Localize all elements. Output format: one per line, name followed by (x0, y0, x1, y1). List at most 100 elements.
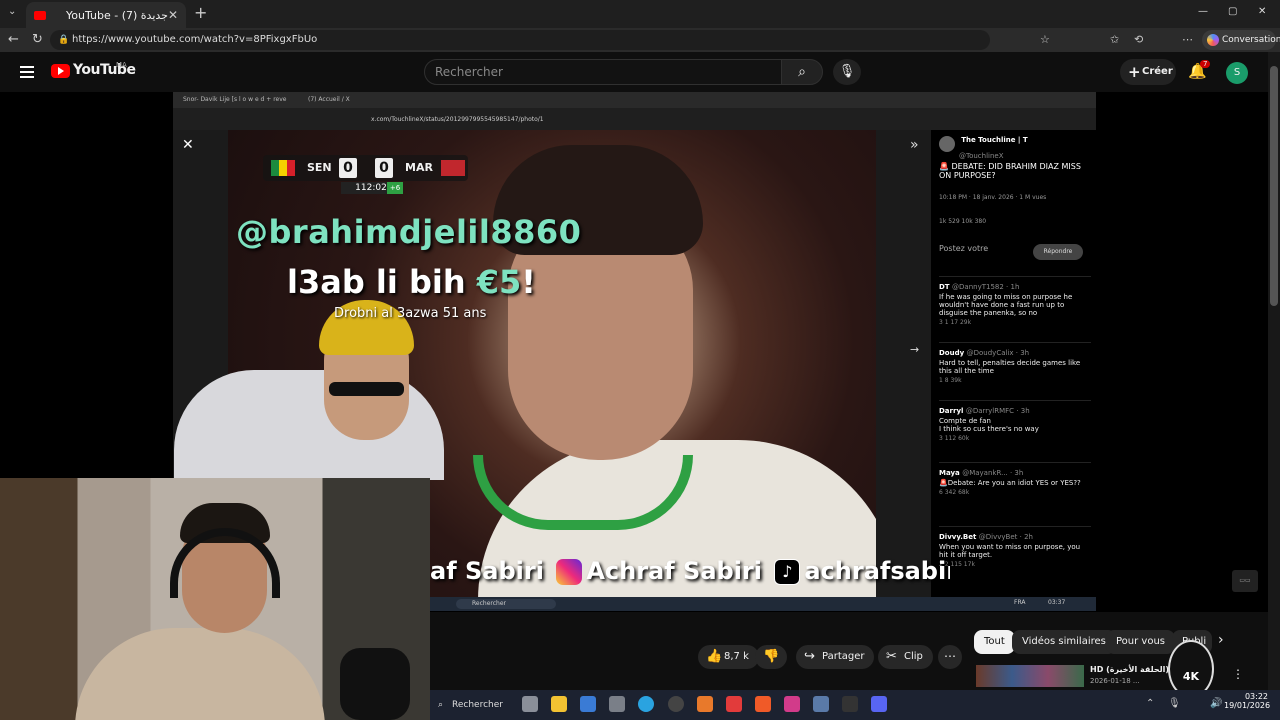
plus-icon: + (1128, 63, 1141, 81)
chip-all[interactable]: Tout (974, 630, 1015, 654)
brave-icon[interactable] (755, 696, 771, 712)
tray-mic-icon[interactable]: 🎙 (1168, 698, 1181, 709)
clip-label: Clip (904, 651, 923, 662)
new-tab-button[interactable]: + (194, 3, 207, 22)
app-window-icon[interactable] (813, 696, 829, 712)
history-icon[interactable]: ⟲ (1134, 28, 1143, 52)
donation-message: l3ab li bih €5! (287, 263, 536, 301)
inner-address-bar: x.com/TouchlineX/status/2012997995545985… (173, 108, 1096, 130)
create-label: Créer (1142, 66, 1173, 77)
site-info-icon[interactable]: 🔒 (58, 30, 69, 50)
browser-tab-youtube[interactable]: YouTube - تا حاجة ما جديدة (7) ✕ (26, 2, 186, 28)
chips-next-chevron-icon[interactable]: › (1218, 632, 1224, 648)
search-icon: ⌕ (798, 64, 806, 80)
back-arrow-icon[interactable]: ← (8, 28, 19, 52)
reply-text: Hard to tell, penalties decide games lik… (939, 359, 1081, 375)
account-avatar[interactable]: S (1226, 62, 1248, 84)
file-explorer-icon[interactable] (551, 696, 567, 712)
tweet-meta: 10:18 PM · 18 janv. 2026 · 1 M vues (939, 194, 1047, 201)
close-icon: ✕ (182, 137, 194, 153)
next-app-icon[interactable] (842, 696, 858, 712)
share-button[interactable]: ↪ Partager (796, 645, 875, 669)
tweet-author: The Touchline | T @TouchlineX (939, 136, 1028, 160)
match-clock: 112:02 +6 (341, 182, 403, 194)
dislike-button[interactable]: 👎 (755, 645, 787, 669)
favorites-icon[interactable]: ✩ (1110, 28, 1119, 52)
recommendation-menu-icon[interactable]: ⋮ (1232, 667, 1244, 681)
page-scrollbar[interactable] (1268, 52, 1280, 720)
inner-url: x.com/TouchlineX/status/2012997995545985… (371, 116, 544, 123)
author-name: The Touchline | T (961, 136, 1028, 144)
reply-name: DT (939, 283, 950, 291)
copilot-conversation-button[interactable]: Conversation (1202, 30, 1280, 50)
voice-search-button[interactable]: 🎙 (833, 59, 861, 85)
search-button[interactable]: ⌕ (781, 59, 823, 85)
tab-list-chevron-icon[interactable]: ⌄ (8, 6, 16, 17)
notifications-badge: 7 (1200, 60, 1211, 68)
app-red-icon[interactable] (726, 696, 742, 712)
create-button[interactable]: + Créer (1120, 59, 1176, 85)
tray-chevron-icon[interactable]: ⌃ (1146, 698, 1154, 709)
search-input[interactable]: Rechercher (424, 59, 782, 85)
edge-icon[interactable] (638, 696, 654, 712)
hamburger-menu-icon[interactable] (20, 66, 34, 81)
app-icon[interactable] (609, 696, 625, 712)
reload-icon[interactable]: ↻ (32, 28, 43, 52)
reply-item: Darryl @DarrylRMFC · 3h Compte de fan I … (939, 400, 1091, 442)
added-time: +6 (387, 182, 403, 194)
minimize-button[interactable]: — (1198, 6, 1208, 17)
url-bar[interactable]: 🔒 https://www.youtube.com/watch?v=8PFixg… (50, 30, 990, 50)
reply-item: Doudy @DoudyCalix · 3h Hard to tell, pen… (939, 342, 1091, 384)
discord-icon[interactable] (871, 696, 887, 712)
taskbar-clock[interactable]: 03:22 19/01/2026 (1224, 692, 1270, 710)
app-orange-icon[interactable] (697, 696, 713, 712)
reply-handle: @DoudyCalix · 3h (966, 349, 1030, 357)
search-icon: ⌕ (438, 700, 444, 710)
donation-amount: €5 (476, 263, 522, 301)
more-horizontal-icon: ⋯ (944, 649, 956, 663)
tweet-panel: The Touchline | T @TouchlineX 🚨 DEBATE: … (931, 130, 1096, 600)
chip-for-you[interactable]: Pour vous (1106, 630, 1176, 654)
reply-name: Divvy.Bet (939, 533, 977, 541)
tweet-stats: 1k 529 10k 380 (939, 218, 987, 225)
taskbar-search-label: Rechercher (452, 700, 503, 710)
taskbar-search[interactable]: ⌕ Rechercher (438, 695, 510, 715)
youtube-logo-icon[interactable] (51, 64, 70, 78)
reply-handle: @DivvyBet · 2h (978, 533, 1033, 541)
reply-text: If he was going to miss on purpose he wo… (939, 293, 1073, 317)
fullscreen-icon[interactable]: ▭▭ (1232, 570, 1258, 592)
instagram-icon (556, 559, 583, 585)
like-button[interactable]: 👍 8,7 k (698, 645, 759, 669)
tab-close-icon[interactable]: ✕ (168, 8, 178, 22)
favorite-star-icon[interactable]: ☆ (1040, 28, 1050, 52)
chip-related[interactable]: Vidéos similaires (1012, 630, 1116, 654)
inner-search: Rechercher (456, 599, 556, 609)
close-window-button[interactable]: ✕ (1258, 6, 1266, 17)
recommended-thumbnail[interactable] (976, 665, 1084, 687)
url-text: https://www.youtube.com/watch?v=8PFixgxF… (72, 34, 318, 45)
more-options-icon[interactable]: ⋯ (1182, 28, 1193, 52)
youtube-favicon-icon (34, 10, 46, 20)
recommended-subtitle: 2026-01-18 ... (1090, 677, 1140, 685)
senegal-flag-icon (271, 160, 295, 176)
reply-handle: @DannyT1582 · 1h (952, 283, 1020, 291)
reply-stats: 1 8 39k (939, 377, 962, 384)
tray-volume-icon[interactable]: 🔊 (1210, 698, 1222, 709)
scrollbar-thumb[interactable] (1270, 66, 1278, 306)
store-icon[interactable] (580, 696, 596, 712)
clip-button[interactable]: ✂ Clip (878, 645, 933, 669)
more-actions-button[interactable]: ⋯ (938, 645, 962, 669)
donation-subtext: Drobni al 3azwa 51 ans (334, 306, 487, 321)
maximize-button[interactable]: ▢ (1228, 6, 1237, 17)
away-team: MAR (405, 161, 433, 174)
reply-stats: 6 342 68k (939, 489, 970, 496)
obs-icon[interactable] (668, 696, 684, 712)
inner-tray-lang: FRA (1014, 599, 1026, 606)
banner-name-3: achrafsabiri521 (804, 557, 950, 585)
social-banner: af Sabiri Achraf Sabiri ♪achrafsabiri521 (430, 557, 950, 597)
author-avatar (939, 136, 955, 152)
thumbs-up-icon: 👍 (706, 649, 723, 664)
banner-name-2: Achraf Sabiri (586, 557, 762, 585)
brave-beta-icon[interactable] (784, 696, 800, 712)
task-view-icon[interactable] (522, 696, 538, 712)
